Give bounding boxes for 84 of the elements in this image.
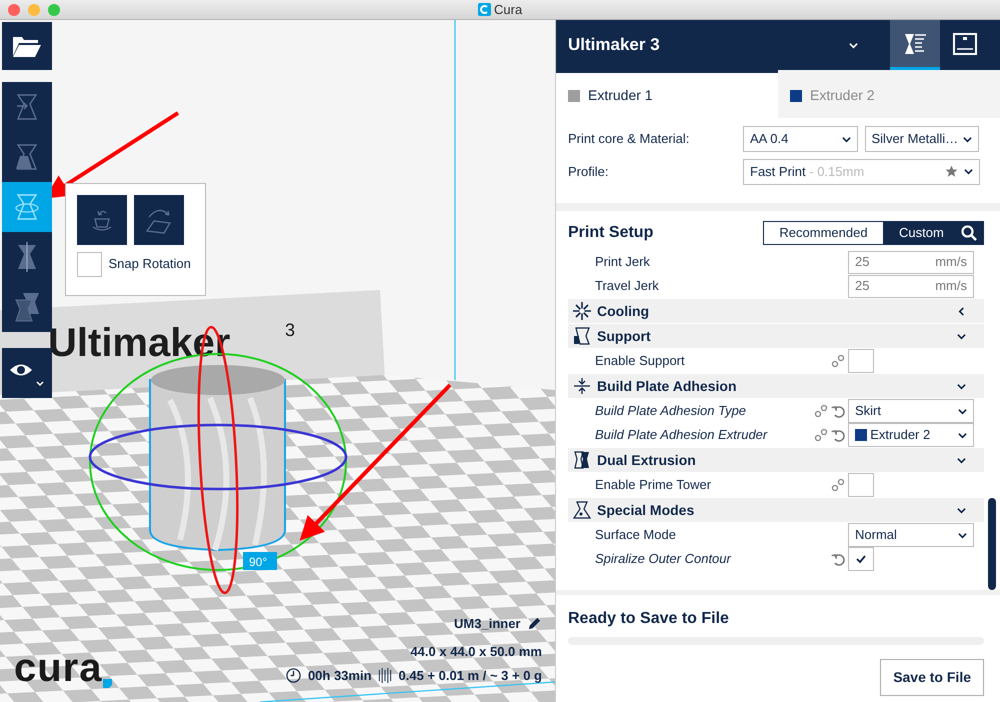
- setting-dropdown[interactable]: Extruder 2: [848, 423, 974, 447]
- chevron-icon: [962, 134, 972, 144]
- tool-button[interactable]: [2, 132, 52, 182]
- category-icon: [573, 377, 591, 395]
- chevron-icon: [842, 134, 851, 144]
- category-icon: [573, 451, 591, 469]
- snap-rotation-checkbox[interactable]: [77, 252, 102, 276]
- check-icon: [855, 553, 867, 565]
- angle-label: 90°: [249, 555, 268, 569]
- filament-icon: [378, 668, 392, 684]
- profile-dropdown[interactable]: Fast Print - 0.15mm: [743, 158, 980, 184]
- setting-dropdown[interactable]: Normal: [848, 523, 974, 547]
- search-icon: [960, 225, 976, 242]
- setting-label: Spiralize Outer Contour: [595, 550, 732, 568]
- number-field[interactable]: 25 mm/s: [848, 274, 974, 298]
- print-core-label: Print core & Material:: [568, 130, 690, 148]
- mode-tab[interactable]: Custom: [884, 220, 954, 244]
- mode-tab[interactable]: Recommended: [763, 220, 884, 244]
- scrollbar-thumb[interactable]: [988, 498, 996, 590]
- chevron-icon: [958, 530, 967, 540]
- multi-model-tool-icon: [15, 292, 39, 322]
- open-file-button[interactable]: [2, 22, 52, 70]
- category-header[interactable]: Cooling: [568, 299, 984, 323]
- profile-label: Profile:: [568, 162, 610, 181]
- material-usage: 0.45 + 0.01 m / ~ 3 + 0 g: [398, 667, 542, 685]
- print-settings-icon: [902, 32, 928, 56]
- rotation-ring[interactable]: [88, 424, 348, 490]
- cura-logo: cura: [14, 648, 102, 688]
- move-tool-icon: [15, 92, 39, 122]
- setting-label: Build Plate Adhesion Type: [595, 402, 748, 420]
- setting-dropdown[interactable]: Skirt: [848, 399, 974, 423]
- view-mode-button[interactable]: [2, 348, 52, 398]
- pencil-icon: [527, 616, 542, 632]
- window-title: Cura: [494, 0, 522, 19]
- material-dropdown[interactable]: Silver Metalli…: [864, 126, 978, 152]
- print-time: 00h 33min: [308, 667, 372, 685]
- number-field[interactable]: 25 mm/s: [848, 250, 974, 274]
- setting-label: Enable Support: [595, 352, 686, 370]
- snap-rotation-label: Snap Rotation: [108, 255, 191, 274]
- chevron-icon: [849, 40, 858, 50]
- folder-icon: [12, 34, 42, 58]
- category-icon: [573, 501, 591, 519]
- tool-button[interactable]: [2, 232, 52, 282]
- app-icon: [478, 3, 491, 16]
- scale-tool-icon: [15, 142, 39, 172]
- setting-label: Build Plate Adhesion Extruder: [595, 426, 768, 444]
- star-icon: [944, 165, 958, 178]
- search-button[interactable]: [954, 220, 984, 244]
- category-header[interactable]: Dual Extrusion: [568, 448, 984, 472]
- mirror-tool-icon: [15, 242, 39, 272]
- category-header[interactable]: Support: [568, 324, 984, 348]
- model-dimensions: 44.0 x 44.0 x 50.0 mm: [410, 643, 542, 661]
- zoom-window-button[interactable]: [48, 4, 60, 16]
- setting-checkbox[interactable]: [848, 349, 874, 373]
- category-icon: [573, 302, 591, 320]
- reset-rotation-button[interactable]: [77, 195, 127, 245]
- chevron-icon: [964, 167, 973, 176]
- angle-label-background: [243, 552, 277, 570]
- rotate-tool-icon: [15, 192, 39, 222]
- category-header[interactable]: Build Plate Adhesion: [568, 374, 984, 398]
- save-button[interactable]: Save to File: [880, 659, 984, 696]
- chevron-icon: [958, 430, 967, 440]
- category-header[interactable]: Special Modes: [568, 498, 984, 522]
- monitor-icon: [952, 32, 978, 56]
- close-window-button[interactable]: [8, 4, 20, 16]
- setting-label: Print Jerk: [595, 253, 651, 272]
- section-title: Print Setup: [568, 222, 654, 242]
- clock-icon: [286, 668, 302, 684]
- setting-checkbox[interactable]: [848, 473, 874, 497]
- setting-label: Enable Prime Tower: [595, 476, 712, 494]
- setting-label: Surface Mode: [595, 526, 677, 544]
- print-core-dropdown[interactable]: AA 0.4: [743, 126, 858, 152]
- tool-button[interactable]: [2, 82, 52, 132]
- save-status: Ready to Save to File: [568, 609, 730, 629]
- setting-label: Travel Jerk: [595, 277, 660, 296]
- tool-button[interactable]: [2, 282, 52, 332]
- header-tab[interactable]: [890, 20, 940, 70]
- wall-logo-superscript: 3: [285, 320, 296, 340]
- category-icon: [573, 327, 591, 345]
- chevron-icon: [958, 406, 967, 416]
- job-name: UM3_inner: [454, 615, 520, 633]
- tool-button[interactable]: [2, 182, 52, 232]
- lay-flat-button[interactable]: [134, 195, 184, 245]
- setting-checkbox[interactable]: [848, 547, 874, 571]
